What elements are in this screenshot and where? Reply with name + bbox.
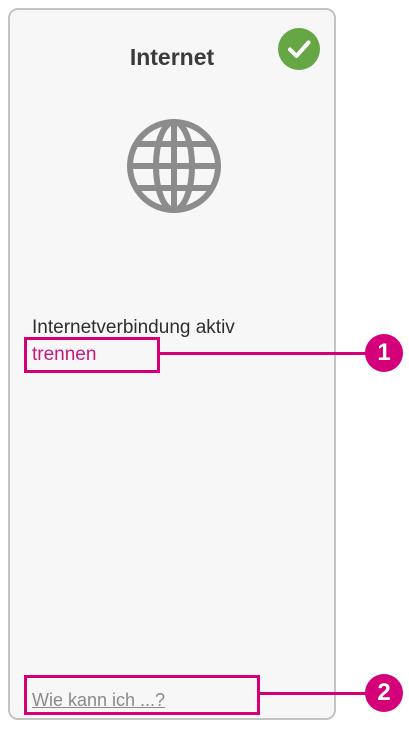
callout-number-2: 2 xyxy=(365,674,403,712)
status-check-icon xyxy=(278,28,320,70)
globe-icon xyxy=(124,116,224,216)
callout-line-1 xyxy=(158,352,370,355)
connection-status-text: Internetverbindung aktiv xyxy=(32,317,235,338)
callout-highlight-2 xyxy=(24,675,260,715)
callout-line-2 xyxy=(258,692,370,695)
callout-highlight-1 xyxy=(24,337,160,373)
callout-number-1: 1 xyxy=(365,334,403,372)
